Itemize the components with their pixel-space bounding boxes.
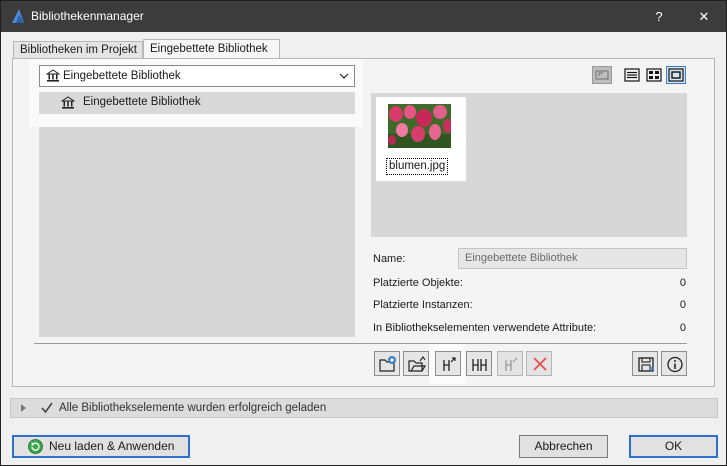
chevron-down-icon (339, 73, 349, 79)
delete-button[interactable] (526, 351, 552, 376)
disabled-move-button[interactable] (497, 351, 523, 376)
folder-up-icon (595, 70, 609, 80)
library-icon (61, 96, 75, 109)
status-bar: Alle Bibliothekselemente wurden erfolgre… (10, 398, 718, 418)
library-dropdown[interactable]: Eingebettete Bibliothek (39, 65, 355, 87)
objects-button[interactable] (466, 351, 492, 376)
tab-bibliotheken-im-projekt[interactable]: Bibliotheken im Projekt (13, 41, 143, 59)
file-name-label: blumen.jpg (386, 158, 449, 175)
help-button[interactable]: ? (637, 1, 681, 32)
grid-view-button[interactable] (644, 66, 664, 84)
delete-icon (533, 357, 547, 371)
save-button[interactable] (632, 351, 658, 376)
attributes-value: 0 (679, 322, 686, 334)
placed-instances-value: 0 (679, 299, 686, 311)
info-button[interactable] (661, 351, 687, 376)
library-icon (46, 69, 60, 82)
archicad-icon (12, 9, 24, 23)
move-object-button[interactable] (435, 351, 461, 376)
ok-button[interactable]: OK (629, 435, 718, 458)
tab-eingebettete-bibliothek[interactable]: Eingebettete Bibliothek (143, 39, 280, 59)
save-icon (638, 357, 655, 372)
tree-item-eingebettete-bibliothek[interactable]: Eingebettete Bibliothek (39, 92, 355, 114)
grid-view-icon (646, 68, 662, 82)
attributes-label: In Bibliothekselementen verwendete Attri… (373, 322, 597, 334)
reload-apply-button[interactable]: Neu laden & Anwenden (12, 435, 190, 458)
cancel-button[interactable]: Abbrechen (519, 435, 608, 458)
divider (34, 343, 687, 344)
placed-objects-value: 0 (679, 277, 686, 289)
library-manager-dialog: Bibliothekenmanager ? ✕ Bibliotheken im … (0, 0, 727, 466)
window-title: Bibliothekenmanager (31, 9, 144, 23)
placed-objects-label: Platzierte Objekte: (373, 277, 463, 289)
close-button[interactable]: ✕ (682, 1, 726, 32)
tree-item-label: Eingebettete Bibliothek (83, 96, 201, 108)
reload-apply-label: Neu laden & Anwenden (49, 439, 175, 453)
move-object-icon (443, 357, 456, 371)
disabled-move-icon (505, 357, 518, 371)
list-view-button[interactable] (622, 66, 642, 84)
title-bar: Bibliothekenmanager ? ✕ (1, 1, 726, 32)
objects-icon (472, 359, 487, 371)
library-dropdown-value: Eingebettete Bibliothek (63, 70, 181, 82)
open-folder-button[interactable] (403, 351, 429, 376)
status-text: Alle Bibliothekselemente wurden erfolgre… (59, 402, 327, 414)
folder-up-button[interactable] (592, 66, 612, 84)
large-icon-view-icon (668, 68, 684, 82)
placed-instances-label: Platzierte Instanzen: (373, 299, 473, 311)
tulips-image (388, 104, 451, 148)
reload-icon (28, 439, 43, 454)
list-view-icon (624, 68, 640, 82)
expand-arrow-icon[interactable] (20, 403, 28, 413)
open-folder-icon (408, 356, 427, 372)
new-folder-icon (379, 356, 396, 372)
large-icon-view-button[interactable] (666, 66, 686, 84)
checkmark-icon (41, 402, 53, 414)
info-icon (667, 356, 683, 373)
library-name-field: Eingebettete Bibliothek (458, 248, 687, 269)
name-label: Name: (373, 253, 406, 265)
new-folder-button[interactable] (374, 351, 400, 376)
